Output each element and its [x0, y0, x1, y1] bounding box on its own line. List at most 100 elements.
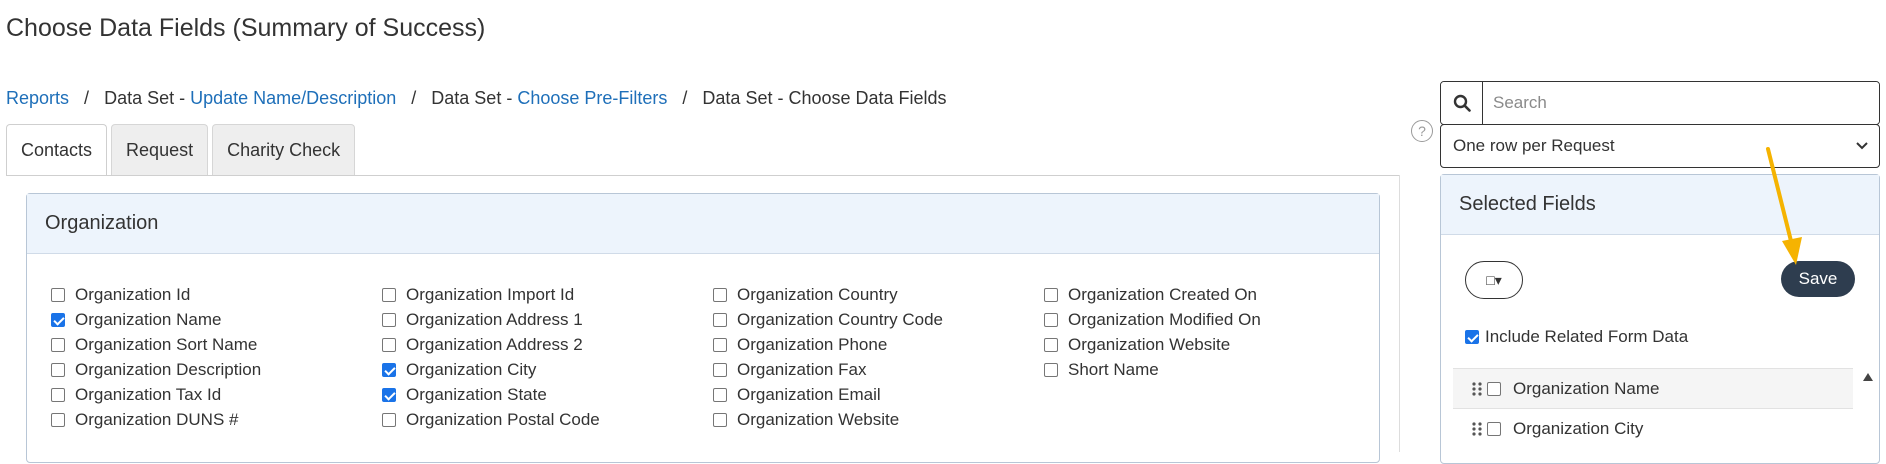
- help-icon[interactable]: ?: [1411, 120, 1433, 142]
- field-checkbox[interactable]: [1044, 337, 1058, 352]
- field-checkbox[interactable]: [382, 387, 396, 402]
- field-label: Organization Postal Code: [406, 409, 600, 429]
- field-label: Organization Email: [737, 384, 881, 404]
- organization-panel: Organization Organization Id Organization…: [26, 193, 1380, 463]
- field-checkbox[interactable]: [382, 412, 396, 427]
- selected-field-label: Organization Name: [1513, 378, 1660, 398]
- empty-cell: [1044, 382, 1375, 407]
- organization-field-option[interactable]: Organization City: [382, 357, 713, 382]
- field-label: Organization Modified On: [1068, 309, 1261, 329]
- selected-field-item[interactable]: Organization City: [1453, 408, 1853, 448]
- checkbox-dropdown-icon: □▾: [1486, 271, 1502, 288]
- search-icon: [1453, 94, 1471, 112]
- field-label: Organization Name: [75, 309, 222, 329]
- breadcrumb-reports-link[interactable]: Reports: [6, 88, 69, 108]
- field-checkbox[interactable]: [713, 312, 727, 327]
- row-mode-select-value: One row per Request: [1453, 136, 1615, 155]
- organization-field-option[interactable]: Organization Fax: [713, 357, 1044, 382]
- field-checkbox[interactable]: [51, 412, 65, 427]
- organization-field-option[interactable]: Organization Website: [713, 407, 1044, 432]
- organization-field-option[interactable]: Organization State: [382, 382, 713, 407]
- field-checkbox[interactable]: [382, 337, 396, 352]
- organization-field-option[interactable]: Organization Address 2: [382, 332, 713, 357]
- tab-bar: Contacts Request Charity Check: [6, 124, 359, 176]
- field-label: Organization Description: [75, 359, 262, 379]
- scroll-up-arrow-icon[interactable]: [1863, 373, 1873, 381]
- drag-handle-icon[interactable]: [1471, 381, 1483, 397]
- field-checkbox[interactable]: [713, 412, 727, 427]
- field-checkbox[interactable]: [51, 337, 65, 352]
- breadcrumb-separator: /: [411, 88, 417, 108]
- annotation-arrow-icon: [1766, 147, 1802, 265]
- breadcrumb: Reports / Data Set - Update Name/Descrip…: [6, 88, 947, 109]
- field-checkbox[interactable]: [713, 387, 727, 402]
- field-checkbox[interactable]: [713, 287, 727, 302]
- field-checkbox[interactable]: [1044, 312, 1058, 327]
- organization-field-option[interactable]: Organization Postal Code: [382, 407, 713, 432]
- organization-field-option[interactable]: Organization Id: [51, 282, 382, 307]
- organization-field-option[interactable]: Organization Email: [713, 382, 1044, 407]
- search-input[interactable]: [1483, 82, 1879, 124]
- breadcrumb-separator: /: [682, 88, 688, 108]
- page-title: Choose Data Fields (Summary of Success): [6, 14, 486, 42]
- field-checkbox[interactable]: [51, 287, 65, 302]
- column-divider: [1399, 175, 1400, 452]
- include-related-checkbox[interactable]: [1465, 330, 1479, 344]
- organization-field-option[interactable]: Organization Tax Id: [51, 382, 382, 407]
- breadcrumb-pre-filters-link[interactable]: Choose Pre-Filters: [517, 88, 667, 108]
- field-label: Organization DUNS #: [75, 409, 239, 429]
- empty-cell: [1044, 407, 1375, 432]
- field-label: Organization Id: [75, 284, 191, 304]
- field-label: Organization Website: [737, 409, 900, 429]
- breadcrumb-update-name-link[interactable]: Update Name/Description: [190, 88, 396, 108]
- organization-field-option[interactable]: Organization DUNS #: [51, 407, 382, 432]
- selected-field-checkbox[interactable]: [1487, 421, 1501, 436]
- field-checkbox[interactable]: [382, 362, 396, 377]
- include-related-form-data[interactable]: Include Related Form Data: [1465, 327, 1688, 347]
- field-checkbox[interactable]: [382, 312, 396, 327]
- organization-field-option[interactable]: Organization Country Code: [713, 307, 1044, 332]
- organization-field-option[interactable]: Organization Import Id: [382, 282, 713, 307]
- organization-field-option[interactable]: Organization Description: [51, 357, 382, 382]
- organization-field-option[interactable]: Organization Created On: [1044, 282, 1375, 307]
- field-label: Organization State: [406, 384, 547, 404]
- field-checkbox[interactable]: [713, 362, 727, 377]
- selected-fields-panel: Selected Fields □▾ Save Include Related …: [1440, 174, 1880, 464]
- selected-field-item[interactable]: Organization Name: [1453, 368, 1853, 408]
- organization-field-option[interactable]: Organization Website: [1044, 332, 1375, 357]
- field-checkbox[interactable]: [51, 387, 65, 402]
- field-checkbox[interactable]: [382, 287, 396, 302]
- search-button[interactable]: [1441, 82, 1483, 124]
- field-checkbox[interactable]: [1044, 362, 1058, 377]
- field-label: Organization Country: [737, 284, 898, 304]
- tab-request[interactable]: Request: [111, 124, 209, 176]
- field-checkbox[interactable]: [51, 362, 65, 377]
- organization-field-option[interactable]: Organization Name: [51, 307, 382, 332]
- organization-field-option[interactable]: Organization Phone: [713, 332, 1044, 357]
- selected-fields-heading: Selected Fields: [1441, 175, 1879, 235]
- field-checkbox[interactable]: [713, 337, 727, 352]
- field-label: Organization Address 2: [406, 334, 583, 354]
- field-label: Organization Created On: [1068, 284, 1257, 304]
- field-checkbox[interactable]: [51, 312, 65, 327]
- organization-field-option[interactable]: Organization Modified On: [1044, 307, 1375, 332]
- field-checkbox[interactable]: [1044, 287, 1058, 302]
- drag-handle-icon[interactable]: [1471, 421, 1483, 437]
- organization-field-option[interactable]: Organization Sort Name: [51, 332, 382, 357]
- field-label: Organization Country Code: [737, 309, 944, 329]
- organization-field-option[interactable]: Organization Country: [713, 282, 1044, 307]
- organization-field-option[interactable]: Short Name: [1044, 357, 1375, 382]
- field-label: Organization Website: [1068, 334, 1231, 354]
- tab-contacts[interactable]: Contacts: [6, 124, 108, 176]
- organization-field-option[interactable]: Organization Address 1: [382, 307, 713, 332]
- tab-charity-check[interactable]: Charity Check: [212, 124, 356, 176]
- breadcrumb-prefix: Data Set -: [104, 88, 191, 108]
- selected-field-checkbox[interactable]: [1487, 381, 1501, 396]
- row-mode-select[interactable]: One row per Request: [1440, 124, 1880, 168]
- breadcrumb-prefix: Data Set -: [431, 88, 518, 108]
- organization-field-grid: Organization Id Organization Import Id Org…: [51, 282, 1375, 432]
- selected-field-label: Organization City: [1513, 418, 1644, 438]
- field-label: Organization Tax Id: [75, 384, 222, 404]
- view-toggle-button[interactable]: □▾: [1465, 261, 1523, 299]
- selected-fields-list: Organization Name Organization City: [1453, 368, 1853, 448]
